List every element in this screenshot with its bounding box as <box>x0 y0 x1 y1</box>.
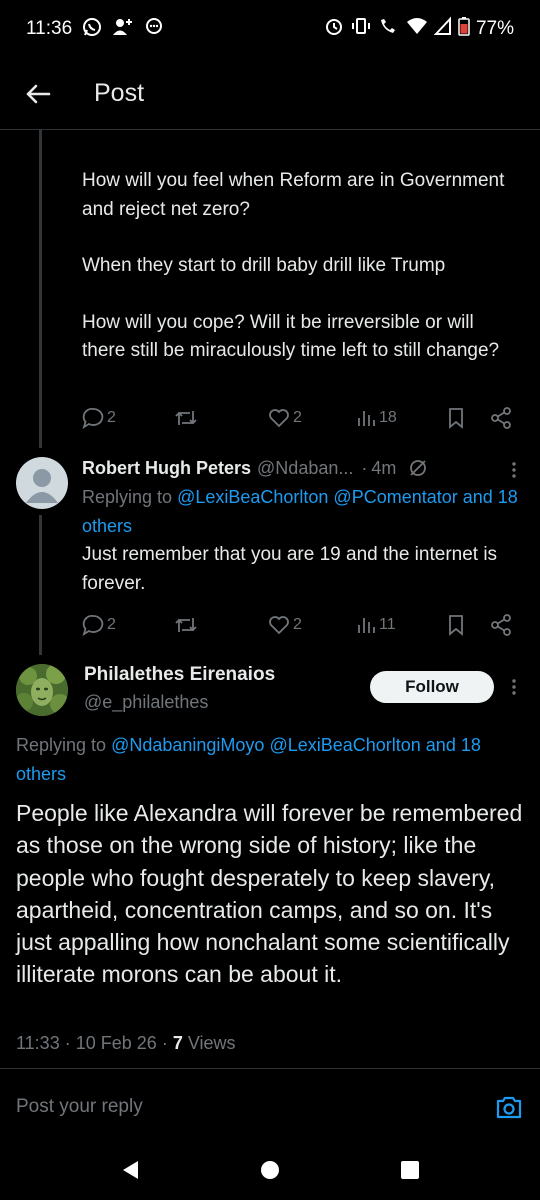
heart-icon <box>269 616 289 635</box>
separator-dot: · <box>64 1033 76 1053</box>
reply-text: Just remember that you are 19 and the in… <box>82 544 498 594</box>
bookmark-icon <box>449 408 463 429</box>
avatar[interactable] <box>16 664 68 716</box>
grok-icon[interactable] <box>408 458 428 478</box>
replying-prefix: Replying to <box>16 735 107 755</box>
bookmark-button[interactable] <box>446 614 466 636</box>
author-name[interactable]: Philalethes Eirenaios <box>84 664 275 686</box>
camera-icon <box>496 1096 522 1118</box>
bookmark-icon <box>449 615 463 636</box>
alarm-icon <box>324 16 344 42</box>
repost-button[interactable] <box>174 614 198 636</box>
separator-dot: · <box>161 1033 173 1053</box>
vibrate-icon <box>350 16 372 42</box>
bookmark-button[interactable] <box>446 407 466 429</box>
reply-button[interactable]: 2 <box>82 407 116 429</box>
thread-line <box>39 515 42 655</box>
signal-icon <box>433 16 452 42</box>
reply-count: 2 <box>107 616 116 633</box>
nav-recents-icon[interactable] <box>399 1159 421 1186</box>
battery-icon <box>458 16 470 42</box>
follow-button[interactable]: Follow <box>370 671 494 703</box>
chat-icon <box>144 17 164 42</box>
share-icon <box>491 614 511 636</box>
share-button[interactable] <box>490 614 512 636</box>
replying-prefix: Replying to <box>82 487 173 507</box>
add-contact-icon <box>112 17 134 42</box>
author-handle[interactable]: @Ndaban... <box>257 458 353 479</box>
share-button[interactable] <box>490 407 512 429</box>
replying-to: Replying to @LexiBeaChorlton @PComentato… <box>82 483 527 541</box>
reply-paragraph: When they start to drill baby drill like… <box>82 255 446 276</box>
like-button[interactable]: 2 <box>268 407 302 429</box>
replying-to: Replying to @NdabaningiMoyo @LexiBeaChor… <box>16 731 531 789</box>
reply-button[interactable]: 2 <box>82 614 116 636</box>
repost-button[interactable] <box>174 407 198 429</box>
author-handle[interactable]: @e_philalethes <box>84 692 208 713</box>
heart-icon <box>269 409 289 428</box>
reply-count: 2 <box>107 409 116 426</box>
author-name[interactable]: Robert Hugh Peters <box>82 458 251 479</box>
post-meta: 11:33 · 10 Feb 26 · 7 Views <box>16 1033 236 1054</box>
status-time: 11:36 <box>26 18 73 39</box>
nav-home-icon[interactable] <box>259 1159 281 1186</box>
nav-back-icon[interactable] <box>119 1159 141 1186</box>
post-time: 11:33 <box>16 1033 60 1053</box>
thread-line <box>39 130 42 448</box>
more-options-icon[interactable] <box>504 677 524 697</box>
like-count: 2 <box>293 616 302 633</box>
like-count: 2 <box>293 409 302 426</box>
views-icon <box>358 411 375 426</box>
post-text: People like Alexandra will forever be re… <box>16 800 523 988</box>
reply-header: Robert Hugh Peters @Ndaban... · 4m <box>82 455 522 481</box>
wifi-call-icon <box>378 16 400 42</box>
app-header: Post <box>0 58 540 130</box>
reply-input[interactable]: Post your reply <box>16 1096 143 1118</box>
comment-icon <box>82 615 104 636</box>
reply-actions: 2 2 11 <box>82 609 520 641</box>
more-options-icon[interactable] <box>504 460 524 480</box>
separator-dot: · <box>361 457 368 478</box>
views-label: Views <box>187 1033 236 1053</box>
battery-level: 77% <box>475 18 514 39</box>
reply-composer: Post your reply <box>0 1068 540 1144</box>
whatsapp-icon <box>82 17 102 42</box>
camera-button[interactable] <box>494 1092 524 1122</box>
post-date: 10 Feb 26 <box>75 1033 157 1053</box>
view-count: 18 <box>379 409 397 426</box>
system-nav-bar <box>0 1144 540 1200</box>
views-button[interactable]: 18 <box>356 408 397 428</box>
reply-actions: 2 2 18 <box>82 402 520 434</box>
views-icon <box>358 618 375 633</box>
post-time: 4m <box>371 457 397 478</box>
avatar[interactable] <box>16 457 68 509</box>
reply-paragraph: How will you feel when Reform are in Gov… <box>82 170 505 220</box>
page-title: Post <box>94 79 145 107</box>
status-bar: 11:36 77% <box>0 0 540 58</box>
reply-body: How will you feel when Reform are in Gov… <box>82 167 522 394</box>
reply-paragraph: How will you cope? Will it be irreversib… <box>82 311 500 362</box>
views-count: 7 <box>172 1033 183 1053</box>
repost-icon <box>175 411 197 425</box>
share-icon <box>491 407 511 429</box>
views-button[interactable]: 11 <box>356 615 396 635</box>
wifi-icon <box>406 16 428 42</box>
back-button[interactable] <box>18 74 58 114</box>
arrow-left-icon <box>26 84 51 103</box>
repost-icon <box>175 618 197 632</box>
view-count: 11 <box>379 616 396 633</box>
like-button[interactable]: 2 <box>268 614 302 636</box>
comment-icon <box>82 408 104 429</box>
